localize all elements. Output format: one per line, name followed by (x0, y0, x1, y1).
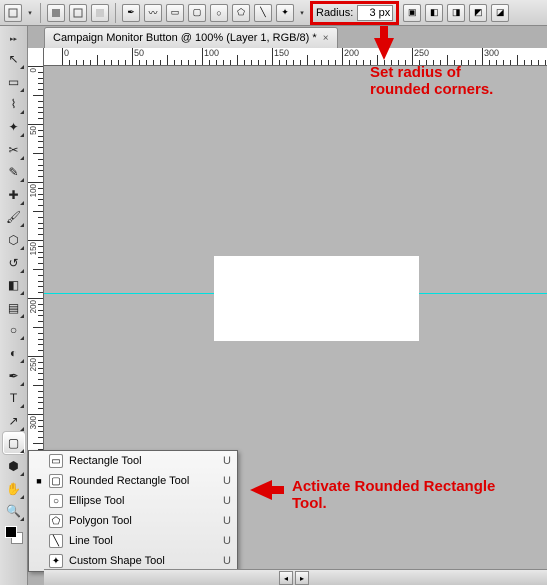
annotation-arrow-top (374, 38, 394, 60)
path-select-tool[interactable]: ↗ (3, 410, 25, 432)
pen-tool[interactable]: ✒ (3, 365, 25, 387)
combine-subtract-icon[interactable]: ◨ (447, 4, 465, 22)
dropdown-icon[interactable]: ▾ (26, 4, 34, 22)
blur-tool[interactable]: ○ (3, 319, 25, 341)
dodge-tool[interactable]: ◐ (3, 342, 25, 364)
shortcut-key: U (223, 555, 231, 567)
brush-tool[interactable]: 🖌 (3, 206, 25, 228)
collapse-icon[interactable]: ▸▸ (10, 30, 18, 48)
stamp-tool[interactable]: ⬡ (3, 229, 25, 251)
move-tool[interactable]: ↖ (3, 48, 25, 70)
eyedropper-tool[interactable]: ✎ (3, 161, 25, 183)
close-icon[interactable]: × (323, 33, 329, 44)
crop-tool[interactable]: ✂ (3, 139, 25, 161)
shape-tool[interactable]: ▢ (3, 432, 25, 454)
polygon-icon[interactable]: ⬠ (232, 4, 250, 22)
tool-icon: ○ (49, 494, 63, 508)
scrollbar-horizontal[interactable]: ◂ ▸ (44, 569, 547, 585)
flyout-item[interactable]: ⬠ Polygon Tool U (29, 511, 237, 531)
radius-field-group: Radius: (310, 1, 399, 25)
checkmark: ■ (35, 476, 43, 486)
gradient-tool[interactable]: ▤ (3, 297, 25, 319)
hand-tool[interactable]: ✋ (3, 478, 25, 500)
shortcut-key: U (223, 535, 231, 547)
ellipse-icon[interactable]: ○ (210, 4, 228, 22)
combine-add-icon[interactable]: ◧ (425, 4, 443, 22)
combine-exclude-icon[interactable]: ◪ (491, 4, 509, 22)
zoom-tool[interactable]: 🔍 (3, 500, 25, 522)
shape-tool-flyout: ▭ Rectangle Tool U ■ ▢ Rounded Rectangle Tool… (28, 450, 238, 572)
tool-icon: ▭ (49, 454, 63, 468)
healing-tool[interactable]: ✚ (3, 184, 25, 206)
tool-label: Line Tool (69, 535, 217, 547)
type-tool[interactable]: T (3, 387, 25, 409)
tool-label: Rounded Rectangle Tool (69, 475, 217, 487)
marquee-tool[interactable]: ▭ (3, 71, 25, 93)
rounded-rectangle-icon[interactable]: ▢ (188, 4, 206, 22)
paths-icon[interactable] (69, 4, 87, 22)
flyout-item[interactable]: ╲ Line Tool U (29, 531, 237, 551)
document-title: Campaign Monitor Button @ 100% (Layer 1,… (53, 32, 317, 44)
freeform-pen-icon[interactable]: 〰 (144, 4, 162, 22)
tool-preset-icon[interactable] (4, 4, 22, 22)
tool-label: Ellipse Tool (69, 495, 217, 507)
wand-tool[interactable]: ✦ (3, 116, 25, 138)
tool-icon: ✦ (49, 554, 63, 568)
tools-panel: ▸▸ ↖▭⌇✦✂✎✚🖌⬡↺◧▤○◐✒T↗▢⬢✋🔍 (0, 26, 28, 585)
document-tab-strip: Campaign Monitor Button @ 100% (Layer 1,… (44, 26, 547, 48)
scroll-right-icon[interactable]: ▸ (295, 571, 309, 585)
tool-icon: ╲ (49, 534, 63, 548)
annotation-text-bottom: Activate Rounded Rectangle Tool. (292, 478, 495, 512)
flyout-item[interactable]: ■ ▢ Rounded Rectangle Tool U (29, 471, 237, 491)
color-swatches[interactable] (3, 524, 25, 546)
pen-icon[interactable]: ✒ (122, 4, 140, 22)
shortcut-key: U (223, 475, 231, 487)
combine-intersect-icon[interactable]: ◩ (469, 4, 487, 22)
shape-layers-icon[interactable] (47, 4, 65, 22)
document-canvas[interactable] (214, 256, 419, 341)
tool-icon: ▢ (49, 474, 63, 488)
custom-shape-icon[interactable]: ✦ (276, 4, 294, 22)
flyout-item[interactable]: ○ Ellipse Tool U (29, 491, 237, 511)
rectangle-icon[interactable]: ▭ (166, 4, 184, 22)
flyout-item[interactable]: ✦ Custom Shape Tool U (29, 551, 237, 571)
tool-label: Polygon Tool (69, 515, 217, 527)
fill-pixels-icon[interactable] (91, 4, 109, 22)
dropdown-icon[interactable]: ▾ (298, 4, 306, 22)
tool-label: Rectangle Tool (69, 455, 217, 467)
flyout-item[interactable]: ▭ Rectangle Tool U (29, 451, 237, 471)
radius-label: Radius: (316, 7, 353, 19)
document-tab[interactable]: Campaign Monitor Button @ 100% (Layer 1,… (44, 27, 338, 48)
3d-tool[interactable]: ⬢ (3, 455, 25, 477)
scroll-left-icon[interactable]: ◂ (279, 571, 293, 585)
history-brush[interactable]: ↺ (3, 252, 25, 274)
line-icon[interactable]: ╲ (254, 4, 272, 22)
shortcut-key: U (223, 495, 231, 507)
options-bar: ▾ ✒ 〰 ▭ ▢ ○ ⬠ ╲ ✦ ▾ Radius: ▣ ◧ ◨ ◩ ◪ (0, 0, 547, 26)
shortcut-key: U (223, 455, 231, 467)
radius-input[interactable] (357, 5, 393, 21)
combine-new-icon[interactable]: ▣ (403, 4, 421, 22)
tool-icon: ⬠ (49, 514, 63, 528)
annotation-arrow-bottom (250, 480, 272, 503)
lasso-tool[interactable]: ⌇ (3, 93, 25, 115)
tool-label: Custom Shape Tool (69, 555, 217, 567)
annotation-text-top: Set radius of rounded corners. (370, 64, 493, 98)
shortcut-key: U (223, 515, 231, 527)
eraser-tool[interactable]: ◧ (3, 274, 25, 296)
